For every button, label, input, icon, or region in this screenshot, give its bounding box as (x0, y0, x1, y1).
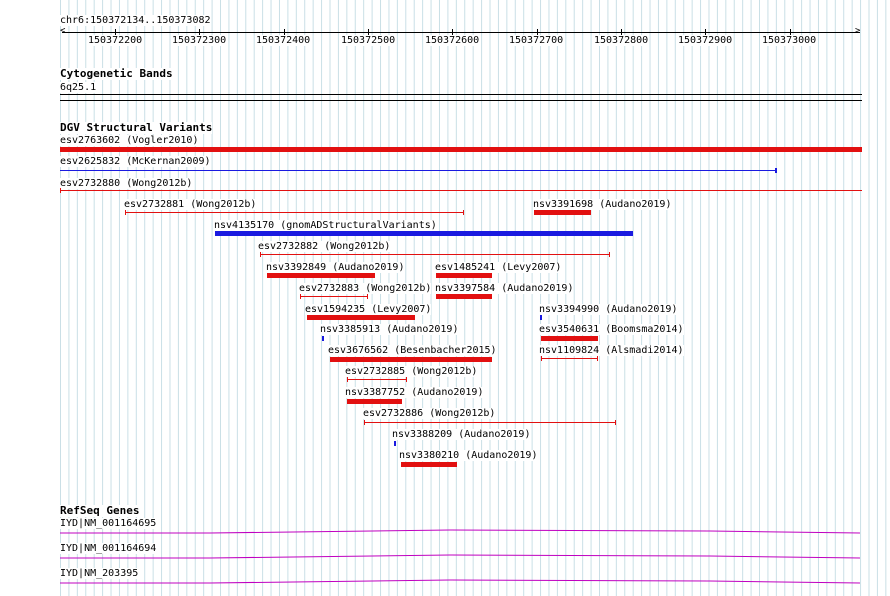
feature-label[interactable]: nsv3392849 (Audano2019) (266, 262, 405, 273)
ruler-axis (62, 32, 860, 33)
ruler-tick-label: 150372200 (88, 35, 143, 46)
variant-bar[interactable] (347, 399, 402, 404)
feature-label[interactable]: esv2732881 (Wong2012b) (124, 199, 257, 210)
ruler-tick-label: 150372900 (678, 35, 733, 46)
variant-bar[interactable] (322, 336, 324, 341)
variant-bar[interactable] (330, 357, 492, 362)
variant-line[interactable] (260, 254, 610, 255)
ruler-tick-label: 150372800 (594, 35, 649, 46)
variant-line[interactable] (541, 358, 598, 359)
feature-label[interactable]: esv2763602 (Vogler2010) (60, 135, 199, 146)
variant-end-cap (406, 377, 407, 382)
feature-label[interactable]: nsv3397584 (Audano2019) (435, 283, 574, 294)
left-margin (0, 0, 60, 596)
variant-line[interactable] (60, 190, 862, 191)
variant-bar[interactable] (540, 315, 542, 320)
feature-label[interactable]: nsv3385913 (Audano2019) (320, 324, 459, 335)
variant-end-cap (367, 294, 368, 299)
feature-label[interactable]: esv2732885 (Wong2012b) (345, 366, 478, 377)
ruler-tick-label: 150372400 (256, 35, 311, 46)
variant-bar[interactable] (394, 441, 396, 446)
feature-label[interactable]: nsv4135170 (gnomADStructuralVariants) (214, 220, 437, 231)
variant-line[interactable] (125, 212, 464, 213)
variant-bar[interactable] (215, 231, 633, 236)
variant-bar[interactable] (541, 336, 598, 341)
variant-end-cap (609, 252, 610, 257)
feature-label[interactable]: esv2732880 (Wong2012b) (60, 178, 193, 189)
feature-label[interactable]: nsv1109824 (Alsmadi2014) (539, 345, 684, 356)
cytoband-label: 6q25.1 (60, 82, 97, 93)
feature-label[interactable]: nsv3394990 (Audano2019) (539, 304, 678, 315)
ruler-tick-label: 150373000 (762, 35, 817, 46)
cytoband-line-top (60, 94, 862, 95)
variant-bar[interactable] (436, 273, 492, 278)
gene-model[interactable] (60, 528, 860, 538)
variant-line[interactable] (347, 379, 407, 380)
ruler-tick-label: 150372600 (425, 35, 480, 46)
genome-browser-view: chr6:150372134..150373082 < > 150372200 … (0, 0, 890, 596)
feature-label[interactable]: esv3676562 (Besenbacher2015) (328, 345, 497, 356)
dgv-track-title: DGV Structural Variants (60, 121, 213, 134)
variant-end-cap (541, 356, 542, 361)
refseq-track-title: RefSeq Genes (60, 504, 140, 517)
feature-label[interactable]: nsv3391698 (Audano2019) (533, 199, 672, 210)
ruler-tick-label: 150372500 (341, 35, 396, 46)
variant-line[interactable] (300, 296, 368, 297)
variant-end-cap (364, 420, 365, 425)
cytoband-line-bottom (60, 100, 862, 101)
variant-end-cap (597, 356, 598, 361)
variant-end-cap (260, 252, 261, 257)
gene-model[interactable] (60, 577, 860, 587)
feature-label[interactable]: esv3540631 (Boomsma2014) (539, 324, 684, 335)
feature-label[interactable]: nsv3388209 (Audano2019) (392, 429, 531, 440)
variant-end-cap (775, 168, 777, 173)
variant-end-cap (463, 210, 464, 215)
variant-line[interactable] (364, 422, 616, 423)
variant-bar[interactable] (60, 147, 862, 152)
ruler-tick-label: 150372300 (172, 35, 227, 46)
feature-label[interactable]: esv2625832 (McKernan2009) (60, 156, 211, 167)
ruler-right-arrow: > (855, 26, 861, 36)
feature-label[interactable]: esv2732886 (Wong2012b) (363, 408, 496, 419)
feature-label[interactable]: nsv3387752 (Audano2019) (345, 387, 484, 398)
variant-line[interactable] (60, 170, 776, 171)
variant-bar[interactable] (307, 315, 415, 320)
feature-label[interactable]: esv2732882 (Wong2012b) (258, 241, 391, 252)
feature-label[interactable]: esv1485241 (Levy2007) (435, 262, 562, 273)
ruler-tick-label: 150372700 (509, 35, 564, 46)
variant-end-cap (347, 377, 348, 382)
variant-bar[interactable] (534, 210, 591, 215)
cytoband-track-title: Cytogenetic Bands (60, 67, 173, 80)
variant-bar[interactable] (436, 294, 492, 299)
feature-label[interactable]: esv2732883 (Wong2012b) (299, 283, 432, 294)
variant-bar[interactable] (401, 462, 457, 467)
variant-end-cap (125, 210, 126, 215)
variant-bar[interactable] (267, 273, 375, 278)
ruler-left-arrow: < (60, 26, 66, 36)
variant-end-cap (615, 420, 616, 425)
gene-model[interactable] (60, 552, 860, 562)
variant-end-cap (300, 294, 301, 299)
variant-end-cap (60, 188, 61, 193)
location-label: chr6:150372134..150373082 (60, 15, 211, 26)
feature-label[interactable]: esv1594235 (Levy2007) (305, 304, 432, 315)
feature-label[interactable]: nsv3380210 (Audano2019) (399, 450, 538, 461)
